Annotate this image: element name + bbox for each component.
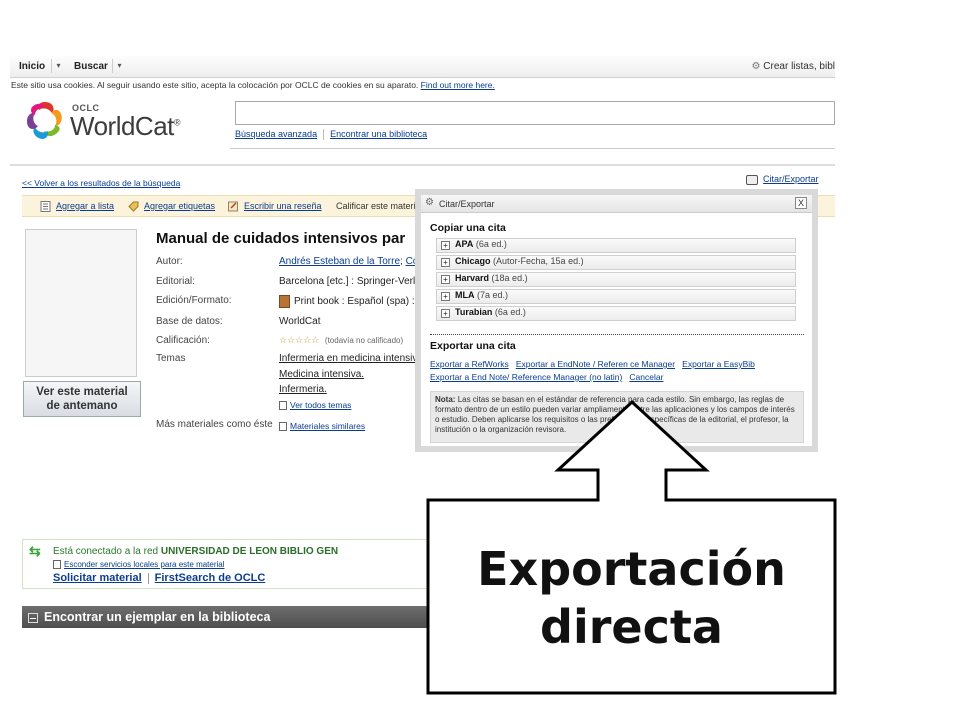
- edition-value: Print book : Español (spa) :: [279, 295, 415, 308]
- style-row-chicago[interactable]: + Chicago (Autor-Fecha, 15a ed.): [436, 255, 796, 270]
- dialog-title: Citar/Exportar: [439, 199, 495, 209]
- dialog-header: ⚙ Citar/Exportar X: [421, 195, 812, 213]
- network-message: Está conectado a la red UNIVERSIDAD DE L…: [53, 546, 339, 557]
- back-to-results-link[interactable]: << Volver a los resultados de la búsqued…: [22, 178, 180, 188]
- export-refworks-link[interactable]: Exportar a RefWorks: [430, 359, 509, 369]
- similar-materials[interactable]: Materiales similares: [279, 421, 365, 432]
- edition-label: Edición/Formato:: [156, 295, 232, 306]
- rating-note: (todavía no calificado): [324, 336, 404, 345]
- hide-local-services[interactable]: Esconder servicios locales para este mat…: [53, 560, 225, 570]
- settings-icon: ⚙: [425, 197, 434, 208]
- preview-material-button[interactable]: Ver este material de antemano: [23, 381, 141, 417]
- page-icon: [279, 401, 287, 411]
- book-icon: [279, 295, 290, 308]
- inicio-dropdown-icon[interactable]: ▾: [51, 59, 65, 73]
- rating-label: Calificación:: [156, 335, 210, 346]
- header-divider: [10, 164, 835, 166]
- callout-line-2: directa: [540, 600, 723, 654]
- expand-icon: +: [441, 258, 450, 267]
- print-icon: [746, 174, 758, 185]
- add-tags-action[interactable]: Agregar etiquetas: [128, 201, 215, 212]
- subject-link-3[interactable]: Infermeria.: [279, 384, 327, 395]
- database-value: WorldCat: [279, 316, 321, 327]
- similar-label: Más materiales como éste: [156, 419, 273, 430]
- cookie-text: Este sitio usa cookies. Al seguir usando…: [11, 80, 419, 90]
- page-icon: [53, 560, 61, 570]
- search-input[interactable]: [235, 101, 835, 125]
- expand-icon: +: [441, 275, 450, 284]
- record-title: Manual de cuidados intensivos par: [156, 230, 406, 247]
- advanced-search-link[interactable]: Búsqueda avanzada: [235, 129, 317, 139]
- expand-icon: +: [441, 292, 450, 301]
- cite-export-action[interactable]: Citar/Exportar: [746, 174, 819, 185]
- worldcat-logo[interactable]: OCLC WorldCat®: [22, 96, 181, 146]
- buscar-dropdown-icon[interactable]: ▾: [112, 59, 126, 73]
- tag-icon: [128, 201, 139, 212]
- publisher-value: Barcelona [etc.] : Springer-Verla: [279, 276, 421, 287]
- style-row-turabian[interactable]: + Turabian (6a ed.): [436, 306, 796, 321]
- export-citation-heading: Exportar una cita: [430, 340, 516, 352]
- page-icon: [279, 422, 287, 432]
- firstsearch-link[interactable]: FirstSearch de OCLC: [155, 572, 266, 584]
- close-icon[interactable]: X: [795, 197, 807, 209]
- menu-inicio[interactable]: Inicio: [19, 61, 45, 72]
- oclc-swirl-icon: [26, 102, 62, 139]
- rating-value: ☆☆☆☆☆ (todavía no calificado): [279, 335, 403, 346]
- cite-export-dialog: ⚙ Citar/Exportar X Copiar una cita + APA …: [415, 189, 818, 452]
- review-icon: [228, 201, 238, 212]
- publisher-label: Editorial:: [156, 276, 195, 287]
- request-material-link[interactable]: Solicitar material: [53, 572, 142, 584]
- callout-text: Exportación directa: [428, 540, 835, 656]
- menu-buscar[interactable]: Buscar: [74, 61, 108, 72]
- author-link-1[interactable]: Andrés Esteban de la Torre: [279, 256, 400, 267]
- divider: [147, 572, 149, 584]
- book-cover-placeholder: [25, 229, 137, 377]
- copy-citation-heading: Copiar una cita: [430, 222, 506, 234]
- style-row-apa[interactable]: + APA (6a ed.): [436, 238, 796, 253]
- divider: [430, 334, 804, 335]
- expand-icon: +: [441, 309, 450, 318]
- list-icon: [40, 201, 51, 213]
- gear-icon: ⚙: [751, 61, 761, 72]
- rating-stars-icon[interactable]: ☆☆☆☆☆: [279, 335, 319, 345]
- rate-label: Calificar este material:: [336, 201, 426, 211]
- expand-icon: +: [441, 241, 450, 250]
- author-value: Andrés Esteban de la Torre; Co: [279, 256, 419, 267]
- search-sublinks: Búsqueda avanzada Encontrar una bibliotec…: [235, 129, 427, 141]
- find-library-link[interactable]: Encontrar una biblioteca: [330, 129, 427, 139]
- collapse-icon[interactable]: [28, 612, 38, 623]
- network-links: Solicitar material FirstSearch de OCLC: [53, 572, 265, 584]
- worldcat-wordmark: WorldCat®: [70, 111, 181, 141]
- export-endnote-nolatin-link[interactable]: Exportar a End Note/ Reference Manager (…: [430, 372, 622, 382]
- style-row-mla[interactable]: + MLA (7a ed.): [436, 289, 796, 304]
- export-endnote-link[interactable]: Exportar a EndNote / Referen ce Manager: [516, 359, 675, 369]
- create-lists-link[interactable]: ⚙ Crear listas, bibl: [752, 61, 835, 72]
- database-label: Base de datos:: [156, 316, 223, 327]
- style-row-harvard[interactable]: + Harvard (18a ed.): [436, 272, 796, 287]
- divider: [230, 148, 835, 149]
- see-all-subjects[interactable]: Ver todos temas: [279, 400, 351, 411]
- callout-line-1: Exportación: [477, 542, 786, 596]
- subject-link-2[interactable]: Medicina intensiva.: [279, 369, 364, 380]
- add-to-list-action[interactable]: Agregar a lista: [40, 201, 114, 213]
- divider: [323, 129, 325, 141]
- subjects-label: Temas: [156, 353, 186, 364]
- export-links-row-2: Exportar a End Note/ Reference Manager (…: [430, 372, 663, 382]
- cookie-more-link[interactable]: Find out more here.: [421, 80, 495, 90]
- subject-link-1[interactable]: Infermeria en medicina intensiva: [279, 353, 423, 364]
- swap-arrows-icon: ⇆: [29, 543, 41, 559]
- author-label: Autor:: [156, 256, 183, 267]
- export-links-row-1: Exportar a RefWorks Exportar a EndNote /…: [430, 359, 755, 369]
- export-easybib-link[interactable]: Exportar a EasyBib: [682, 359, 755, 369]
- write-review-action[interactable]: Escribir una reseña: [228, 201, 322, 212]
- cancel-link[interactable]: Cancelar: [629, 372, 663, 382]
- cite-export-link[interactable]: Citar/Exportar: [763, 174, 819, 184]
- cookie-notice: Este sitio usa cookies. Al seguir usando…: [11, 80, 495, 90]
- citation-note: Nota: Las citas se basan en el estándar …: [430, 391, 804, 443]
- top-menu-bar: Inicio ▾ Buscar ▾ ⚙ Crear listas, bibl: [10, 56, 835, 78]
